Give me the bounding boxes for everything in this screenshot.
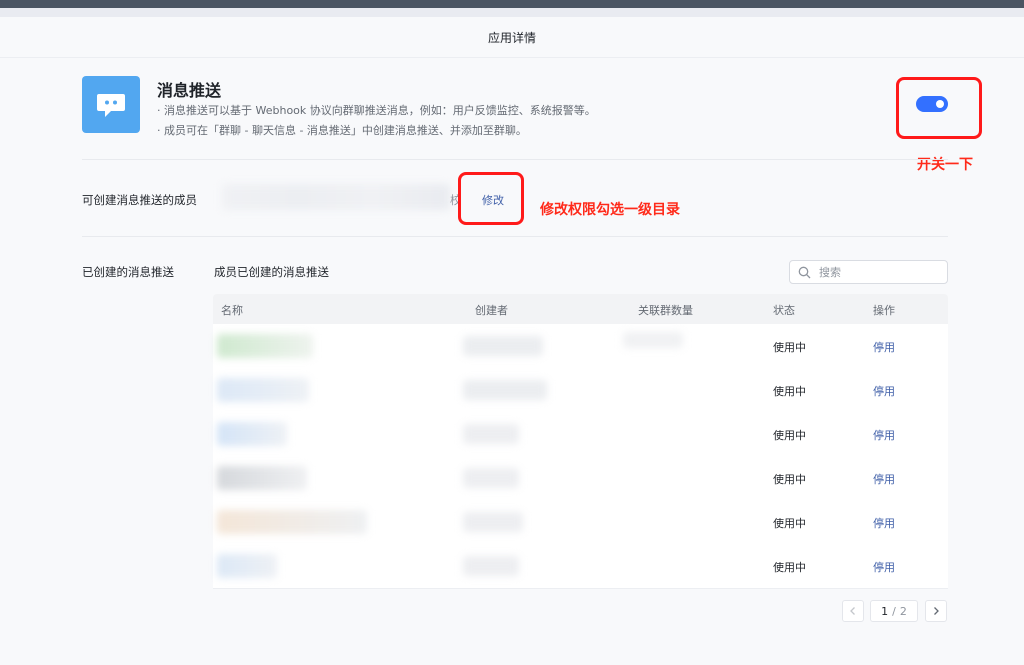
column-header-group-count: 关联群数量: [638, 304, 693, 317]
disable-link[interactable]: 停用: [873, 559, 895, 575]
created-subtitle: 成员已创建的消息推送: [214, 265, 329, 279]
status-text: 使用中: [773, 341, 806, 354]
disable-link[interactable]: 停用: [873, 339, 895, 355]
status-text: 使用中: [773, 517, 806, 530]
chevron-left-icon: [850, 607, 855, 615]
column-header-creator: 创建者: [475, 304, 508, 317]
disable-link[interactable]: 停用: [873, 471, 895, 487]
search-box[interactable]: [789, 260, 948, 284]
app-title: 消息推送: [157, 81, 222, 100]
redacted-creator: [463, 424, 519, 444]
app-description-line-2: · 成员可在「群聊 - 聊天信息 - 消息推送」中创建消息推送、并添加至群聊。: [157, 124, 527, 137]
page-header: 应用详情: [0, 17, 1024, 58]
created-label: 已创建的消息推送: [82, 265, 174, 279]
disable-link[interactable]: 停用: [873, 383, 895, 399]
search-icon: [798, 266, 811, 278]
annotation-box-edit: [458, 172, 524, 225]
table-row: 使用中 停用: [213, 500, 948, 545]
divider: [82, 236, 948, 237]
window-tab-strip: [0, 8, 1024, 17]
redacted-name: [217, 510, 367, 534]
search-input[interactable]: [817, 264, 941, 280]
table-header: 名称 创建者 关联群数量 状态 操作: [213, 294, 948, 324]
redacted-name: [217, 554, 277, 578]
status-text: 使用中: [773, 561, 806, 574]
table-row: 使用中 停用: [213, 324, 948, 369]
annotation-toggle-note: 开关一下: [917, 157, 973, 173]
redacted-creator: [463, 380, 547, 400]
status-text: 使用中: [773, 473, 806, 486]
redacted-name: [217, 466, 307, 490]
column-header-name: 名称: [221, 304, 243, 317]
table-row: 使用中 停用: [213, 544, 948, 589]
table-row: 使用中 停用: [213, 412, 948, 457]
redacted-creator: [463, 512, 523, 532]
prev-page-button[interactable]: [842, 600, 864, 622]
annotation-edit-note: 修改权限勾选一级目录: [540, 202, 680, 218]
redacted-name: [217, 334, 313, 358]
table-row: 使用中 停用: [213, 456, 948, 501]
table-row: 使用中 停用: [213, 368, 948, 413]
status-text: 使用中: [773, 429, 806, 442]
page-indicator: 1 / 2: [870, 600, 918, 622]
members-list-redacted: [222, 184, 450, 210]
redacted-group-count: [623, 332, 683, 348]
redacted-name: [217, 378, 309, 402]
app-description-line-1: · 消息推送可以基于 Webhook 协议向群聊推送消息，例如：用户反馈监控、系…: [157, 104, 596, 117]
message-push-app-icon: [82, 76, 140, 133]
next-page-button[interactable]: [925, 600, 947, 622]
page-separator: /: [892, 604, 896, 618]
members-label: 可创建消息推送的成员: [82, 193, 197, 207]
status-text: 使用中: [773, 385, 806, 398]
disable-link[interactable]: 停用: [873, 515, 895, 531]
column-header-action: 操作: [873, 304, 895, 317]
chat-bubble-icon: [97, 93, 125, 117]
column-header-status: 状态: [773, 304, 795, 317]
chevron-right-icon: [934, 607, 939, 615]
page-title: 应用详情: [487, 30, 536, 45]
annotation-box-toggle: [896, 77, 982, 139]
redacted-creator: [463, 468, 519, 488]
divider: [82, 159, 948, 160]
redacted-name: [217, 422, 287, 446]
window-top-bar: [0, 0, 1024, 8]
current-page: 1: [881, 604, 889, 618]
total-pages: 2: [899, 604, 907, 618]
redacted-creator: [463, 556, 519, 576]
disable-link[interactable]: 停用: [873, 427, 895, 443]
redacted-creator: [463, 336, 543, 356]
